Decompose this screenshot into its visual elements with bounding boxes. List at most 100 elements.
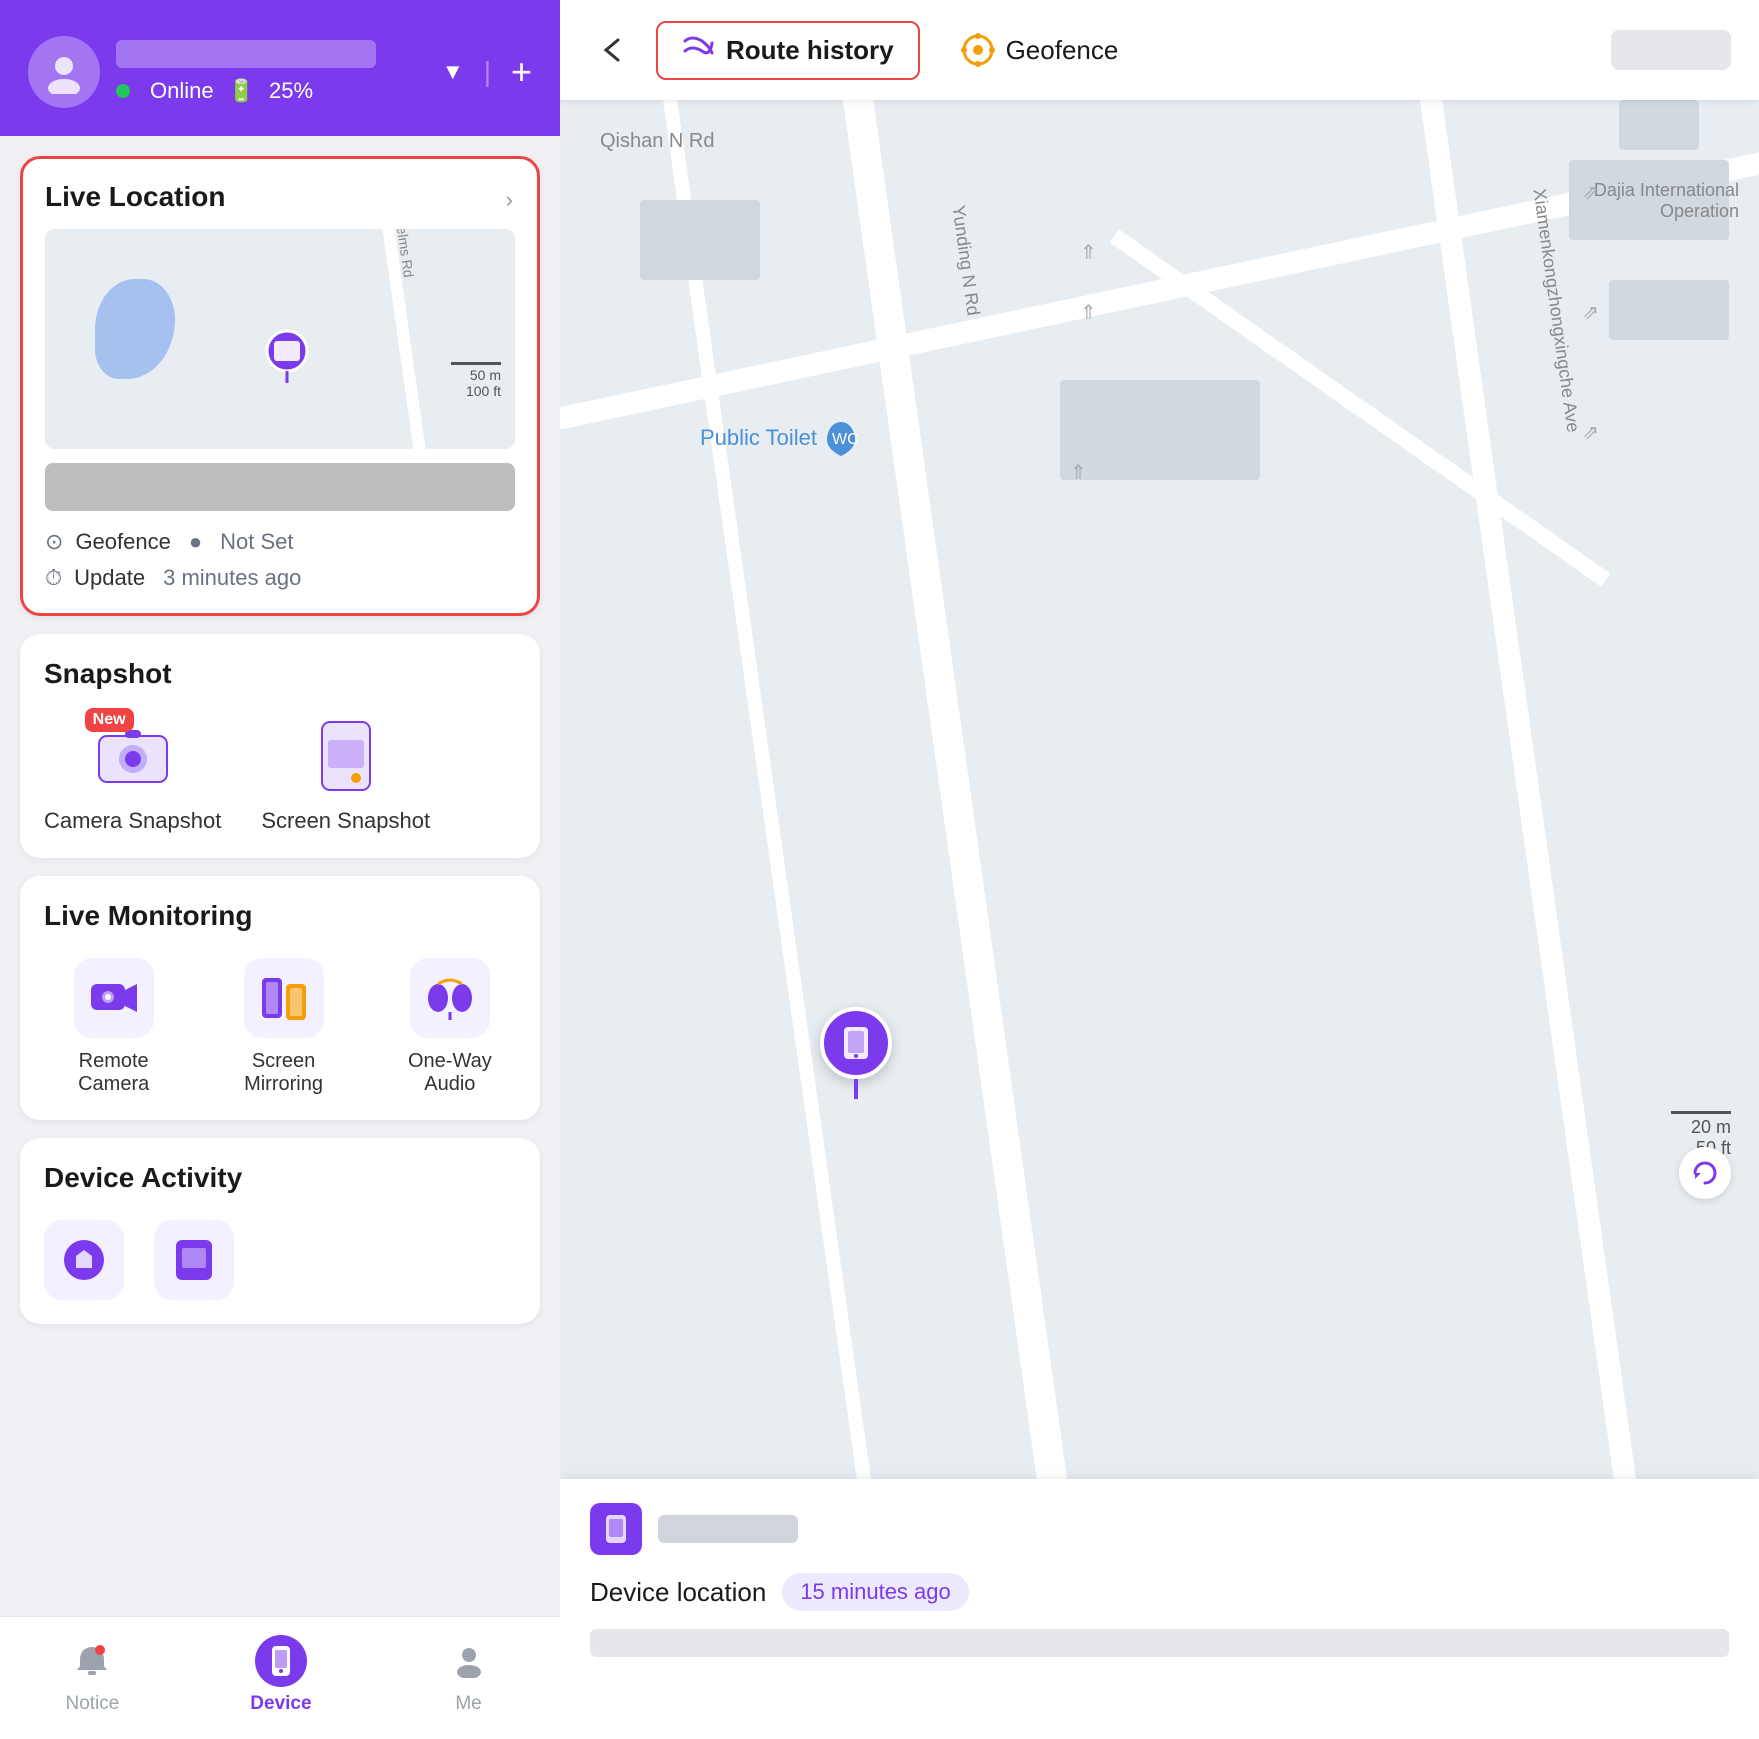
- app-header: Online 🔋 25% ▼ | +: [0, 0, 560, 136]
- road-label-qishan: Qishan N Rd: [600, 130, 715, 153]
- map-background: Qishan N Rd Yunding N Rd Xiamenkongzhong…: [560, 100, 1759, 1479]
- activity-icon-1: [44, 1220, 124, 1300]
- live-location-title: Live Location: [45, 181, 515, 213]
- left-panel: Online 🔋 25% ▼ | + › Live Location Helms…: [0, 0, 560, 1739]
- notice-nav-icon: [66, 1635, 118, 1687]
- toilet-label: Public Toilet: [700, 425, 817, 451]
- road-arrow-3: ⇑: [1070, 460, 1087, 485]
- device-nav-icon: [255, 1635, 307, 1687]
- update-value: 3 minutes ago: [163, 565, 301, 591]
- online-label: Online: [150, 78, 214, 104]
- map-block-4: [1060, 380, 1260, 480]
- live-monitoring-card: Live Monitoring Remote Camera: [20, 876, 540, 1120]
- route-history-button[interactable]: Route history: [656, 21, 920, 80]
- avatar: [28, 36, 100, 108]
- camera-snapshot-label: Camera Snapshot: [44, 808, 221, 834]
- device-info-row: [590, 1503, 1729, 1555]
- device-activity-card: Device Activity: [20, 1138, 540, 1324]
- building-label: Dajia InternationalOperation: [1594, 180, 1739, 222]
- road-arrow-2: ⇑: [1080, 300, 1097, 325]
- road-arrow-6: ⇗: [1582, 420, 1599, 445]
- live-monitoring-title: Live Monitoring: [44, 900, 516, 932]
- toilet-marker: Public Toilet WC: [700, 420, 859, 456]
- device-nav-label: Device: [250, 1693, 311, 1715]
- bottom-nav: Notice Device Me: [0, 1616, 560, 1739]
- device-thumb-icon: [590, 1503, 642, 1555]
- device-name-blur: [658, 1515, 798, 1543]
- update-row: ⏱ Update 3 minutes ago: [45, 565, 515, 591]
- camera-snapshot-icon-wrap: New: [93, 716, 173, 796]
- screen-mirroring-item[interactable]: Screen Mirroring: [213, 958, 353, 1096]
- remote-camera-icon: [74, 958, 154, 1038]
- route-history-label: Route history: [726, 35, 894, 66]
- svg-text:WC: WC: [832, 431, 859, 448]
- map-header: Route history Geofence: [560, 0, 1759, 100]
- device-location-label: Device location: [590, 1577, 766, 1608]
- disc-area-blur: [1611, 30, 1731, 70]
- road-arrow-4: ⇗: [1582, 180, 1599, 205]
- right-panel: Route history Geofence: [560, 0, 1759, 1739]
- screen-snapshot-icon-wrap: [306, 716, 386, 796]
- chevron-right-icon: ›: [506, 187, 513, 213]
- road-label-yunding: Yunding N Rd: [947, 204, 983, 317]
- screen-snapshot-label: Screen Snapshot: [261, 808, 430, 834]
- dropdown-button[interactable]: ▼: [442, 59, 464, 85]
- camera-snapshot-item[interactable]: New Camera Snapshot: [44, 716, 221, 834]
- device-pin: [820, 1007, 892, 1079]
- header-info: Online 🔋 25%: [116, 40, 426, 104]
- one-way-audio-label: One-Way Audio: [384, 1050, 516, 1096]
- nav-device[interactable]: Device: [250, 1635, 311, 1715]
- geofence-meta-icon: ⊙: [45, 529, 63, 555]
- geofence-button[interactable]: Geofence: [960, 32, 1119, 68]
- back-button[interactable]: [588, 26, 636, 74]
- refresh-button[interactable]: [1679, 1147, 1731, 1199]
- screen-mirroring-label: Screen Mirroring: [213, 1050, 353, 1096]
- live-location-card[interactable]: › Live Location Helms Rd: [20, 156, 540, 616]
- username-blur: [116, 40, 376, 68]
- snapshot-card: Snapshot New Camera Snapshot: [20, 634, 540, 858]
- remote-camera-label: Remote Camera: [44, 1050, 183, 1096]
- geofence-icon: [960, 32, 996, 68]
- remote-camera-item[interactable]: Remote Camera: [44, 958, 183, 1096]
- device-pin-tail: [854, 1079, 858, 1099]
- add-button[interactable]: +: [511, 51, 532, 93]
- one-way-audio-icon: [410, 958, 490, 1038]
- route-history-icon: [682, 33, 716, 68]
- geofence-row: ⊙ Geofence ● Not Set: [45, 529, 515, 555]
- activity-icon-2: [154, 1220, 234, 1300]
- nav-me[interactable]: Me: [443, 1635, 495, 1715]
- card-meta: ⊙ Geofence ● Not Set ⏱ Update 3 minutes …: [45, 525, 515, 591]
- snapshot-title: Snapshot: [44, 658, 516, 690]
- map-block-5: [640, 200, 760, 280]
- nav-notice[interactable]: Notice: [65, 1635, 119, 1715]
- geofence-map-label: Geofence: [1006, 35, 1119, 66]
- screen-snapshot-item[interactable]: Screen Snapshot: [261, 716, 430, 834]
- geofence-meta-label: Geofence: [75, 529, 170, 555]
- address-blur: [590, 1629, 1729, 1657]
- header-actions: ▼ | +: [442, 51, 532, 93]
- one-way-audio-item[interactable]: One-Way Audio: [384, 958, 516, 1096]
- map-address-bar: [45, 463, 515, 511]
- new-badge: New: [85, 708, 134, 732]
- snapshot-grid: New Camera Snapshot: [44, 706, 516, 834]
- device-location-row: Device location 15 minutes ago: [590, 1573, 1729, 1611]
- screen-mirroring-icon: [244, 958, 324, 1038]
- update-label: Update: [74, 565, 145, 591]
- map-block-3: [1619, 100, 1699, 150]
- battery-percent: 25%: [269, 78, 313, 104]
- battery-icon: 🔋: [228, 78, 255, 104]
- location-blob: [95, 279, 175, 379]
- geofence-meta-value: ●: [189, 529, 202, 555]
- map-road-v3: [650, 100, 884, 1479]
- notice-nav-label: Notice: [65, 1693, 119, 1715]
- map-block-2: [1609, 280, 1729, 340]
- map-scale: 50 m 100 ft: [451, 362, 501, 399]
- monitoring-grid: Remote Camera Screen Mirroring: [44, 948, 516, 1096]
- device-marker: [820, 1007, 892, 1099]
- map-bottom-info: Device location 15 minutes ago: [560, 1479, 1759, 1739]
- me-nav-icon: [443, 1635, 495, 1687]
- header-status: Online 🔋 25%: [116, 78, 426, 104]
- road-arrow-5: ⇗: [1582, 300, 1599, 325]
- time-badge: 15 minutes ago: [782, 1573, 968, 1611]
- panel-content: › Live Location Helms Rd: [0, 136, 560, 1616]
